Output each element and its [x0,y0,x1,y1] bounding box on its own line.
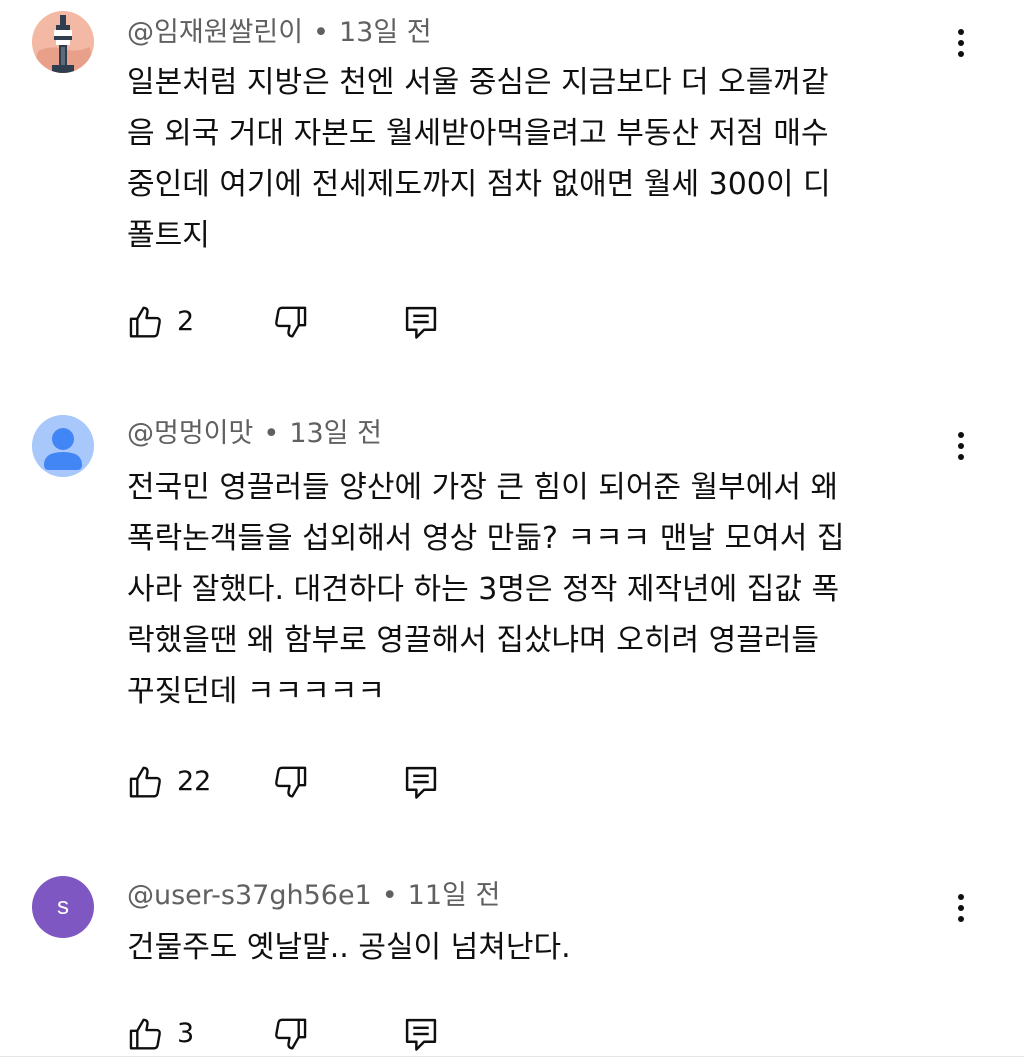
comment-text-line: 건물주도 옛날말.. 공실이 넘쳐난다. [127,930,571,965]
comment-text-line: 음 외국 거대 자본도 월세받아먹을려고 부동산 저점 매수 [127,116,829,151]
meta-separator: • [313,17,329,48]
avatar[interactable]: s [32,876,94,938]
reply-button[interactable] [404,1012,438,1056]
comment-author[interactable]: @임재원쌀린이 [127,17,303,48]
reply-comment-icon [405,306,437,339]
avatar-letter: s [57,893,69,920]
reply-comment-icon [405,1018,437,1051]
comment-text-line: 전국민 영끌러들 양산에 가장 큰 힘이 되어준 월부에서 왜 [127,470,839,505]
avatar[interactable] [32,415,94,477]
tower-icon [32,11,94,73]
like-button[interactable]: 2 [127,300,194,344]
reply-button[interactable] [404,760,438,804]
comment-actions: 2 [127,300,627,344]
comment-text-line: 폭락논객들을 섭외해서 영상 만듦? ㅋㅋㅋ 맨날 모여서 집 [127,521,845,556]
comment-text-line: 폴트지 [127,218,210,253]
comment-text: 건물주도 옛날말.. 공실이 넘쳐난다. [127,922,987,973]
default-user-icon [32,415,94,477]
thumbs-up-icon [129,306,161,338]
comment-text-line: 일본처럼 지방은 천엔 서울 중심은 지금보다 더 오를꺼같 [127,65,829,100]
like-count: 3 [177,1018,195,1049]
comment-text-line: 중인데 여기에 전세제도까지 점차 없애면 월세 300이 디 [127,167,831,202]
comment-author[interactable]: @멍멍이맛 [127,418,253,449]
comment-text-line: 락했을땐 왜 함부로 영끌해서 집샀냐며 오히려 영끌러들 [127,623,820,658]
thumbs-down-icon [275,1018,307,1050]
thumbs-down-icon [275,766,307,798]
divider [0,1056,1024,1057]
comment-text: 전국민 영끌러들 양산에 가장 큰 힘이 되어준 월부에서 왜 폭락논객들을 섭… [127,462,987,717]
comment-meta: @user-s37gh56e1 • 11일 전 [127,876,500,916]
comment-text-line: 꾸짖던데 ㅋㅋㅋㅋㅋ [127,674,385,709]
comment-time[interactable]: 13일 전 [339,17,432,48]
comment-text: 일본처럼 지방은 천엔 서울 중심은 지금보다 더 오를꺼같 음 외국 거대 자… [127,57,987,261]
like-button[interactable]: 22 [127,760,211,804]
meta-separator: • [263,418,280,449]
dislike-button[interactable] [271,1012,309,1056]
thumbs-up-icon [129,766,161,798]
like-button[interactable]: 3 [127,1012,194,1056]
dislike-button[interactable] [271,760,309,804]
comment-author[interactable]: @user-s37gh56e1 [127,880,372,911]
comment-text-line: 사라 잘했다. 대견하다 하는 3명은 정작 제작년에 집값 폭 [127,572,840,607]
like-count: 2 [177,306,195,337]
comment-meta: @임재원쌀린이 • 13일 전 [127,13,432,53]
like-count: 22 [177,766,212,797]
avatar[interactable] [32,11,94,73]
comment-actions: 22 [127,760,627,804]
dislike-button[interactable] [271,300,309,344]
thumbs-down-icon [275,306,307,338]
thumbs-up-icon [129,1018,161,1050]
comment-time[interactable]: 11일 전 [408,880,501,911]
reply-comment-icon [405,766,437,799]
meta-separator: • [381,880,398,911]
comment-meta: @멍멍이맛 • 13일 전 [127,414,382,454]
reply-button[interactable] [404,300,438,344]
comment-time[interactable]: 13일 전 [289,418,382,449]
comment-actions: 3 [127,1012,627,1056]
